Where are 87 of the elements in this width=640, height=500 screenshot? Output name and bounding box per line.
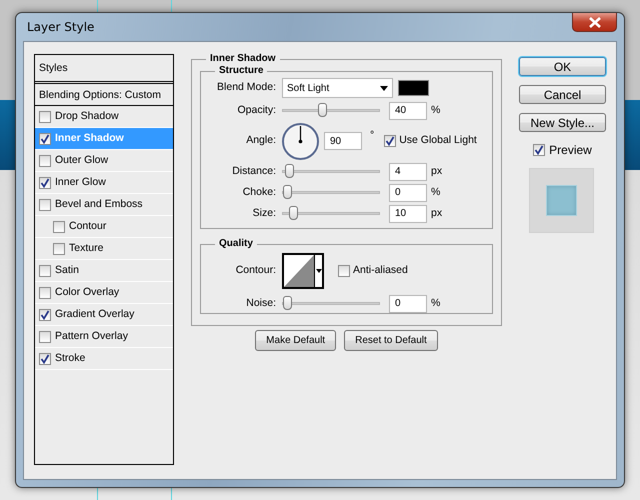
close-icon xyxy=(588,16,602,28)
group-title: Structure xyxy=(218,66,264,76)
angle-dial[interactable] xyxy=(282,122,319,160)
checkbox[interactable] xyxy=(39,264,51,276)
checkbox[interactable] xyxy=(53,220,65,232)
checkbox[interactable] xyxy=(39,352,51,364)
checkbox[interactable] xyxy=(39,330,51,342)
checkbox[interactable] xyxy=(39,154,51,166)
unit-label: % xyxy=(430,102,440,118)
checkbox[interactable] xyxy=(39,308,51,320)
list-item[interactable]: Gradient Overlay xyxy=(35,304,173,326)
option-label: Use Global Light xyxy=(399,133,477,148)
field-label: Noise: xyxy=(245,296,277,311)
list-item[interactable]: Inner Glow xyxy=(35,172,173,194)
number-field[interactable]: 90 xyxy=(324,132,362,150)
unit-label: % xyxy=(430,296,440,311)
close-button[interactable] xyxy=(572,13,617,32)
list-item[interactable]: Bevel and Emboss xyxy=(35,194,173,216)
list-item[interactable]: Stroke xyxy=(35,348,173,370)
item-label: Color Overlay xyxy=(55,284,120,300)
number-field[interactable]: 0 xyxy=(389,294,427,312)
checkbox[interactable] xyxy=(39,198,51,210)
checkbox[interactable] xyxy=(39,176,51,188)
slider-thumb[interactable] xyxy=(284,164,294,178)
slider-thumb[interactable] xyxy=(318,103,327,117)
item-label: Inner Glow xyxy=(55,174,106,190)
unit-label: % xyxy=(430,184,440,200)
group-title: Inner Shadow xyxy=(209,54,277,64)
list-item[interactable]: Texture xyxy=(35,238,173,260)
field-label: Blend Mode: xyxy=(216,80,277,96)
option-label: Anti-aliased xyxy=(353,263,408,278)
caret-icon xyxy=(380,86,388,90)
field-label: Opacity: xyxy=(236,102,277,118)
list-item[interactable]: Color Overlay xyxy=(35,282,173,304)
checkbox[interactable] xyxy=(384,135,396,147)
item-label: Pattern Overlay xyxy=(55,328,128,344)
checkbox[interactable] xyxy=(39,132,51,144)
field-label: Choke: xyxy=(242,184,277,200)
item-label: Drop Shadow xyxy=(55,108,119,124)
needle-icon xyxy=(298,126,302,143)
slider-thumb[interactable] xyxy=(283,296,292,310)
list-item[interactable]: Pattern Overlay xyxy=(35,326,173,348)
item-label: Stroke xyxy=(55,350,86,366)
dialog-button[interactable]: Cancel xyxy=(519,85,606,104)
number-field[interactable]: 4 xyxy=(389,162,427,180)
preview-label: Preview xyxy=(549,142,592,159)
item-label: Texture xyxy=(69,240,104,256)
preview-swatch xyxy=(546,185,577,216)
item-label: Contour xyxy=(69,218,106,234)
unit-label: ° xyxy=(369,128,376,144)
checkbox[interactable] xyxy=(39,110,51,122)
checkbox[interactable] xyxy=(338,265,350,277)
contour-picker[interactable] xyxy=(282,253,324,289)
checkbox[interactable] xyxy=(533,144,546,156)
group-title: Quality xyxy=(218,239,254,249)
list-item[interactable]: Satin xyxy=(35,260,173,282)
field-label: Contour: xyxy=(234,263,277,278)
panel-button[interactable]: Reset to Default xyxy=(344,330,438,351)
caret-icon xyxy=(316,269,322,273)
slider-thumb[interactable] xyxy=(289,206,298,220)
panel-button[interactable]: Make Default xyxy=(255,330,336,351)
unit-label: px xyxy=(430,206,442,221)
item-label: Bevel and Emboss xyxy=(55,196,143,212)
list-item[interactable]: Contour xyxy=(35,216,173,238)
contour-curve-icon xyxy=(284,255,314,287)
blend-mode-dropdown[interactable]: Soft Light xyxy=(282,78,393,98)
item-label: Satin xyxy=(55,262,79,278)
checkbox[interactable] xyxy=(39,286,51,298)
list-item[interactable]: Outer Glow xyxy=(35,150,173,172)
checkbox[interactable] xyxy=(53,242,65,254)
list-header: Styles xyxy=(35,55,173,84)
slider-thumb[interactable] xyxy=(283,185,292,199)
dialog-button[interactable]: New Style... xyxy=(519,113,606,132)
field-label: Angle: xyxy=(245,133,277,148)
field-label: Distance: xyxy=(231,164,277,179)
item-label: Gradient Overlay xyxy=(55,306,134,322)
list-item[interactable]: Blending Options: Custom xyxy=(35,84,173,106)
dialog-button[interactable]: OK xyxy=(519,57,606,76)
window-title: Layer Style xyxy=(26,19,94,36)
item-label: Inner Shadow xyxy=(55,130,124,146)
number-field[interactable]: 40 xyxy=(389,102,427,120)
color-swatch[interactable] xyxy=(398,80,429,96)
number-field[interactable]: 0 xyxy=(389,184,427,202)
item-label: Outer Glow xyxy=(55,152,108,168)
number-field[interactable]: 10 xyxy=(389,204,427,222)
unit-label: px xyxy=(430,164,442,179)
field-label: Size: xyxy=(252,206,277,221)
